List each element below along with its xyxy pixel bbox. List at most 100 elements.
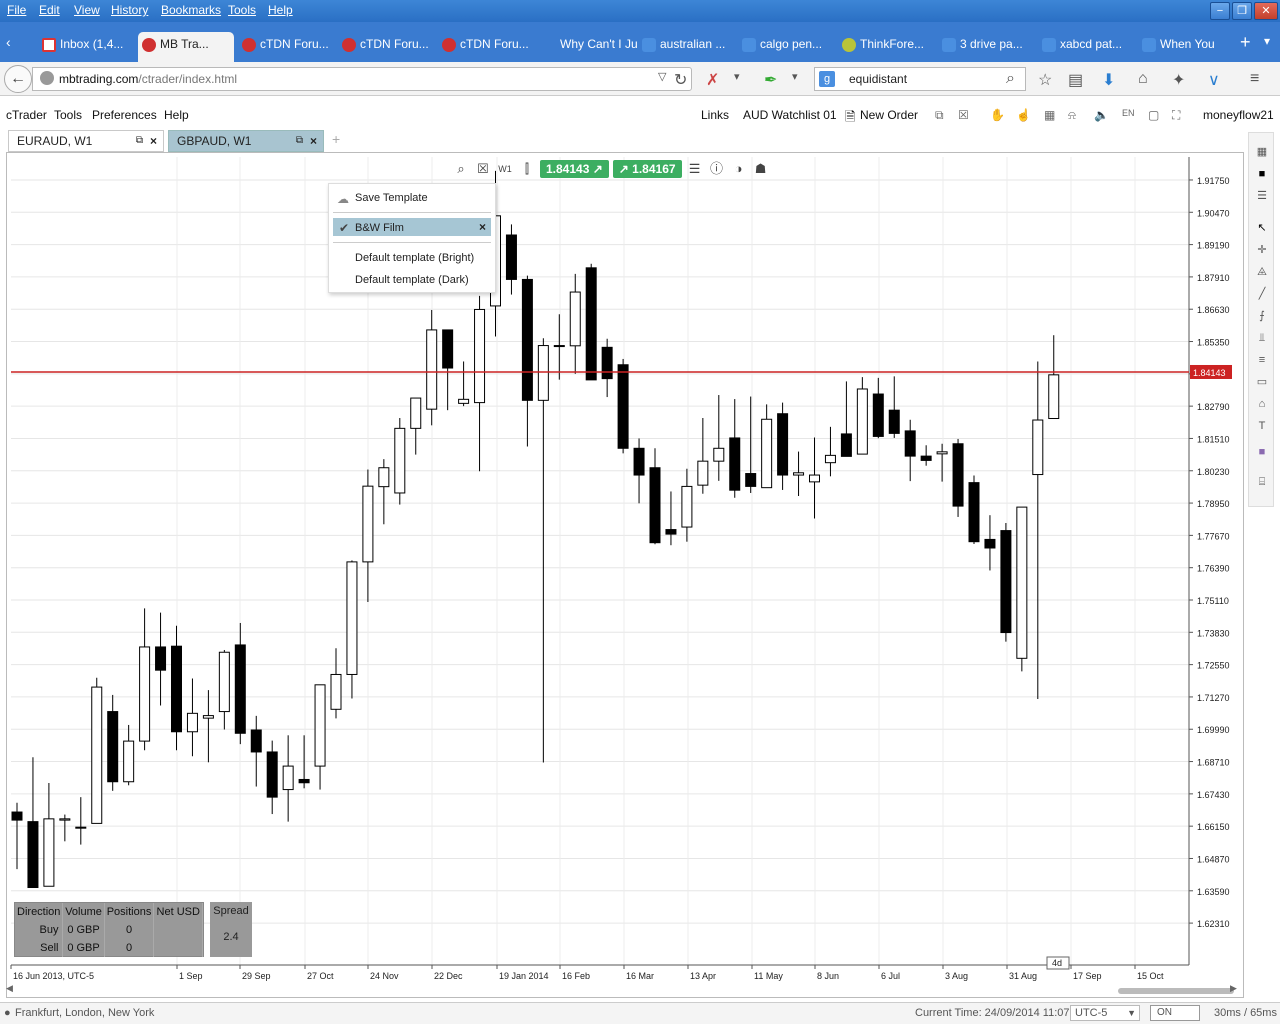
sound-icon[interactable]: 🔈 — [1094, 108, 1109, 122]
dropdown-history-icon[interactable]: ▽ — [658, 70, 666, 83]
menu-file[interactable]: File — [7, 3, 26, 17]
restore-icon[interactable]: ❐ — [1232, 2, 1252, 20]
template-icon[interactable]: ☗ — [752, 160, 770, 178]
addon-icon[interactable]: ✗ — [706, 70, 719, 90]
watchlist-button[interactable]: AUD Watchlist 01 — [743, 108, 837, 122]
browser-tab[interactable]: When You — [1138, 32, 1238, 62]
screenshot-icon[interactable]: ☒ — [958, 108, 969, 122]
menu-preferences[interactable]: Preferences — [92, 108, 157, 122]
script-dropdown-icon[interactable]: ▾ — [792, 70, 798, 83]
split-layout-icon[interactable]: ☰ — [1253, 187, 1271, 205]
bell-icon[interactable]: ⍾ — [1068, 108, 1076, 123]
chart-tab-gbpaud[interactable]: GBPAUD, W1 ⧉ × — [168, 130, 324, 152]
color-swatch-icon[interactable]: ■ — [1253, 443, 1271, 461]
home-icon[interactable]: ⌂ — [1138, 70, 1148, 88]
timezone-select[interactable]: UTC-5 ▼ — [1070, 1005, 1140, 1021]
template-dark[interactable]: Default template (Dark) — [355, 274, 469, 286]
extension-icon[interactable]: ✦ — [1172, 70, 1185, 90]
fullscreen-icon[interactable]: ⛶ — [1172, 108, 1180, 123]
browser-tab[interactable]: cTDN Foru... — [338, 32, 438, 62]
new-tab-icon[interactable]: + — [1240, 32, 1251, 53]
download-icon[interactable]: ⬇ — [1102, 70, 1115, 90]
hline-icon[interactable]: ⨹ — [1253, 263, 1271, 281]
browser-tab[interactable]: cTDN Foru... — [238, 32, 338, 62]
browser-tab[interactable]: Why Can't I Ju... — [538, 32, 638, 62]
list-icon[interactable]: ☰ — [686, 160, 704, 178]
zoom-icon[interactable]: ⌕ — [452, 160, 470, 178]
cursor-icon[interactable]: ↖ — [1253, 219, 1271, 237]
back-button[interactable]: ← — [4, 65, 32, 93]
menu-app-tools[interactable]: Tools — [54, 108, 82, 122]
menu-edit[interactable]: Edit — [39, 3, 60, 17]
user-name[interactable]: moneyflow21 — [1203, 108, 1274, 122]
popout-icon[interactable]: ⧉ — [136, 131, 143, 151]
browser-tab[interactable]: calgo pen... — [738, 32, 838, 62]
hand-icon[interactable]: ✋ — [990, 108, 1005, 122]
layout-icon[interactable]: ⧉ — [935, 108, 944, 123]
close-tab-icon[interactable]: × — [310, 131, 317, 151]
pocket-icon[interactable]: ∨ — [1208, 70, 1220, 90]
candlestick-icon[interactable]: ⫿ — [518, 160, 536, 178]
trendline-icon[interactable]: ╱ — [1253, 285, 1271, 303]
buy-price-button[interactable]: ↗ 1.84167 — [612, 160, 682, 178]
menu-tools[interactable]: Tools — [228, 3, 256, 17]
url-bar[interactable]: mbtrading.com/ctrader/index.html — [32, 67, 692, 91]
rectangle-icon[interactable]: ▭ — [1253, 373, 1271, 391]
browser-tab[interactable]: cTDN Foru... — [438, 32, 538, 62]
browser-tab[interactable]: 3 drive pa... — [938, 32, 1038, 62]
template-bw-film[interactable]: B&W Film — [355, 222, 404, 234]
crosshair-icon[interactable]: ✛ — [1253, 241, 1271, 259]
candlestick-chart[interactable]: 1.91750 1.90470 1.89190 1.87910 1.86630 1.853… — [7, 153, 1243, 997]
text-icon[interactable]: T — [1253, 417, 1271, 435]
browser-tab[interactable]: ThinkFore... — [838, 32, 938, 62]
minimize-icon[interactable]: − — [1210, 2, 1230, 20]
single-layout-icon[interactable]: ■ — [1253, 165, 1271, 183]
addon-dropdown-icon[interactable]: ▾ — [734, 70, 740, 83]
calculator-icon[interactable]: ▦ — [1044, 108, 1055, 122]
template-bright[interactable]: Default template (Bright) — [355, 252, 474, 264]
onoff-toggle[interactable]: ON — [1150, 1005, 1200, 1021]
hamburger-menu-icon[interactable]: ≡ — [1250, 70, 1259, 88]
browser-tab[interactable]: Inbox (1,4... — [38, 32, 138, 62]
menu-view[interactable]: View — [74, 3, 100, 17]
scroll-left-icon[interactable]: ◀ — [6, 983, 13, 994]
reader-icon[interactable]: ▤ — [1068, 70, 1083, 90]
new-order-button[interactable]: New Order — [860, 108, 918, 122]
browser-tab[interactable]: australian ... — [638, 32, 738, 62]
pitchfork-icon[interactable]: ⫫ — [1253, 329, 1271, 347]
search-go-icon[interactable]: ⌕ — [1006, 70, 1015, 88]
add-chart-icon[interactable]: + — [332, 131, 340, 147]
browser-tab[interactable]: xabcd pat... — [1038, 32, 1138, 62]
chart-area[interactable]: 1.91750 1.90470 1.89190 1.87910 1.86630 1.853… — [6, 152, 1244, 998]
close-window-icon[interactable]: ✕ — [1254, 2, 1278, 20]
menu-ctrader[interactable]: cTrader — [6, 108, 47, 122]
camera-icon[interactable]: ⌸ — [1253, 473, 1271, 491]
save-template-item[interactable]: Save Template — [355, 192, 428, 204]
popout-icon[interactable]: ⧉ — [296, 131, 303, 151]
links-button[interactable]: Links — [701, 108, 729, 122]
script-icon[interactable]: ✒ — [764, 70, 777, 90]
fibonacci-icon[interactable]: ⨍ — [1253, 307, 1271, 325]
palette-icon[interactable]: ◑ — [730, 160, 748, 178]
shape-icon[interactable]: ⌂ — [1253, 395, 1271, 413]
delete-template-icon[interactable]: × — [479, 220, 486, 234]
language-icon[interactable]: EN — [1122, 108, 1135, 118]
timeframe-button[interactable]: W1 — [496, 160, 514, 178]
menu-app-help[interactable]: Help — [164, 108, 189, 122]
menu-history[interactable]: History — [111, 3, 148, 17]
reload-icon[interactable]: ↻ — [674, 70, 687, 90]
browser-tab[interactable]: MB Tra... — [138, 32, 234, 62]
grid-layout-icon[interactable]: ▦ — [1253, 143, 1271, 161]
chart-tab-euraud[interactable]: EURAUD, W1 ⧉ × — [8, 130, 164, 152]
menu-help[interactable]: Help — [268, 3, 293, 17]
fib-retracement-icon[interactable]: ≡ — [1253, 351, 1271, 369]
scroll-right-icon[interactable]: ▶ — [1230, 983, 1237, 994]
search-input[interactable]: g equidistant — [814, 67, 1026, 91]
chart-scrollbar[interactable]: ◀ ▶ — [6, 983, 1238, 996]
close-tab-icon[interactable]: × — [150, 131, 157, 151]
window-icon[interactable]: ▢ — [1148, 108, 1159, 122]
scroll-thumb[interactable] — [1118, 988, 1234, 994]
sell-price-button[interactable]: 1.84143 ↗ — [540, 160, 609, 178]
tab-list-icon[interactable]: ▾ — [1264, 34, 1270, 48]
menu-bookmarks[interactable]: Bookmarks — [161, 3, 221, 17]
